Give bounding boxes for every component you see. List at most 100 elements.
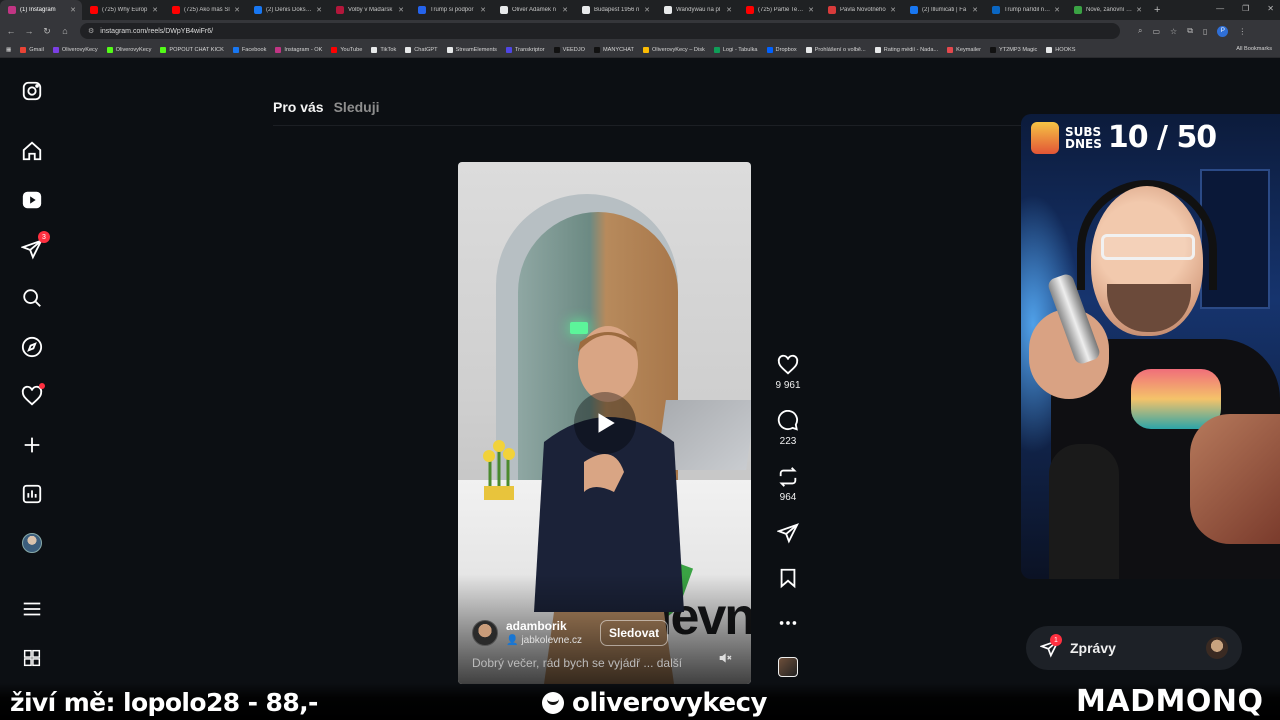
browser-tab[interactable]: Oliver Adámek n ✕ [492,0,574,20]
bookmark-item[interactable]: Facebook [232,46,266,53]
caption-more-link[interactable]: ... další [643,656,682,670]
dashboard-icon[interactable] [20,482,44,506]
instagram-logo-icon[interactable] [20,79,44,103]
tab-close-icon[interactable]: ✕ [562,6,568,14]
tab-following[interactable]: Sleduji [334,99,380,115]
browser-tab[interactable]: Budapest 1956 n ✕ [574,0,656,20]
bookmark-item[interactable]: Logi - Tabulka [713,46,758,53]
home-button[interactable]: ⌂ [58,26,72,36]
messages-icon[interactable]: 3 [20,231,50,261]
bookmark-item[interactable]: POPOUT CHAT KICK [160,46,224,53]
author-username[interactable]: adamborik [506,619,582,633]
url-text: instagram.com/reels/DWpYB4wiFr6/ [100,27,214,35]
bookmark-item[interactable]: TikTok [371,46,396,53]
browser-tab[interactable]: (2) Denis Doksan ✕ [246,0,328,20]
audio-link[interactable]: 👤 jabkolevne.cz [506,635,582,646]
browser-tab[interactable]: Trump nařídil náv ✕ [984,0,1066,20]
bookmark-item[interactable]: MANYCHAT [593,46,634,53]
more-menu-icon[interactable] [20,597,44,621]
more-options-action[interactable] [770,612,806,634]
author-avatar[interactable] [472,619,498,646]
menu-icon[interactable]: ⋮ [1238,27,1246,36]
bookmark-item[interactable]: StreamElements [446,46,497,53]
audio-thumbnail[interactable] [778,657,798,677]
minimize-button[interactable]: — [1216,4,1224,13]
repost-action[interactable]: 964 [770,466,806,503]
new-tab-button[interactable]: + [1154,4,1160,16]
tab-close-icon[interactable]: ✕ [890,6,896,14]
star-icon[interactable]: ☆ [1170,27,1177,36]
share-action[interactable] [770,522,806,544]
tab-close-icon[interactable]: ✕ [1054,6,1060,14]
all-bookmarks[interactable]: All Bookmarks [1236,46,1272,52]
bookmark-item[interactable]: Gmail [20,46,44,53]
bookmark-item[interactable]: Prohlášení o volbě... [805,46,866,53]
bookmark-item[interactable]: Instagram - OK [275,46,322,53]
profile-avatar-icon[interactable] [20,531,44,555]
also-from-meta-icon[interactable] [20,646,44,670]
close-window-button[interactable]: ✕ [1267,4,1274,13]
reload-button[interactable]: ↻ [40,26,54,37]
reel-video[interactable]: levn adamborik 👤jabkolevne.cz Sledovat [458,162,751,684]
tab-close-icon[interactable]: ✕ [480,6,486,14]
forward-button[interactable]: → [22,26,36,36]
tab-close-icon[interactable]: ✕ [70,6,76,14]
browser-tab[interactable]: (2) Illumicati | Fa ✕ [902,0,984,20]
extensions-icon[interactable]: ⧉ [1187,26,1193,36]
browser-tab[interactable]: (725) Ako máš Sl ✕ [164,0,246,20]
bookmark-item[interactable]: YouTube [331,46,362,53]
bookmark-item[interactable]: Keymailer [947,46,981,53]
zoom-icon[interactable]: ⌕ [1138,26,1142,36]
explore-icon[interactable] [20,335,44,359]
bookmark-item[interactable]: YT2MP3 Magic [990,46,1037,53]
create-icon[interactable] [20,433,44,457]
tab-close-icon[interactable]: ✕ [234,6,240,14]
comment-action[interactable]: 223 [770,410,806,447]
tab-close-icon[interactable]: ✕ [644,6,650,14]
bookmark-item[interactable]: HOOKS [1046,46,1075,53]
messages-pill[interactable]: 1 Zprávy [1026,626,1242,670]
save-action[interactable] [770,567,806,589]
apps-icon[interactable]: ▦ [6,47,11,53]
tab-close-icon[interactable]: ✕ [808,6,814,14]
browser-tab[interactable]: Pavla Novotného ✕ [820,0,902,20]
tab-close-icon[interactable]: ✕ [726,6,732,14]
search-icon[interactable] [20,286,44,310]
notifications-heart-icon[interactable] [20,383,45,408]
cast-icon[interactable]: ▭ [1152,27,1160,36]
site-settings-icon[interactable]: ⚙ [88,27,94,35]
like-action[interactable]: 9 961 [770,354,806,391]
play-button[interactable] [574,392,636,454]
browser-tab[interactable]: (1) Instagram ✕ [0,0,82,20]
back-button[interactable]: ← [4,26,18,36]
url-field[interactable]: ⚙ instagram.com/reels/DWpYB4wiFr6/ [80,23,1120,39]
browser-tab[interactable]: Trump si podpor ✕ [410,0,492,20]
sidebar-icon[interactable]: ▯ [1203,27,1207,36]
bookmark-item[interactable]: Dropbox [766,46,797,53]
browser-tab[interactable]: Volby v Maďarsk ✕ [328,0,410,20]
bookmark-item[interactable]: Rating médií - Nada... [874,46,938,53]
browser-tab[interactable]: Nové, zánovní a p ✕ [1066,0,1148,20]
browser-tab[interactable]: Wandywau na pl ✕ [656,0,738,20]
tab-close-icon[interactable]: ✕ [316,6,322,14]
tab-for-you[interactable]: Pro vás [273,99,324,115]
bookmark-item[interactable]: OliverovyKecy [52,46,98,53]
follow-button[interactable]: Sledovat [600,619,669,646]
reel-caption[interactable]: Dobrý večer, rád bych se vyjádř ... dalš… [472,656,682,670]
tab-close-icon[interactable]: ✕ [972,6,978,14]
tab-close-icon[interactable]: ✕ [398,6,404,14]
bookmark-item[interactable]: ChatGPT [405,46,438,53]
home-icon[interactable] [20,139,44,163]
maximize-button[interactable]: ❐ [1242,4,1249,13]
browser-tab[interactable]: (725) Why Europ ✕ [82,0,164,20]
bookmark-item[interactable]: VEEDJO [553,46,585,53]
mute-icon[interactable] [717,650,733,666]
bookmark-item[interactable]: OliverovyKecy [106,46,151,53]
tab-close-icon[interactable]: ✕ [1136,6,1142,14]
bookmark-item[interactable]: OliverovyKecy – Disk [642,46,705,53]
browser-tab[interactable]: (725) Partie Terez ✕ [738,0,820,20]
tab-close-icon[interactable]: ✕ [152,6,158,14]
profile-avatar[interactable]: P [1217,25,1229,37]
bookmark-item[interactable]: Transkriptor [505,46,545,53]
reels-icon[interactable] [20,188,44,212]
